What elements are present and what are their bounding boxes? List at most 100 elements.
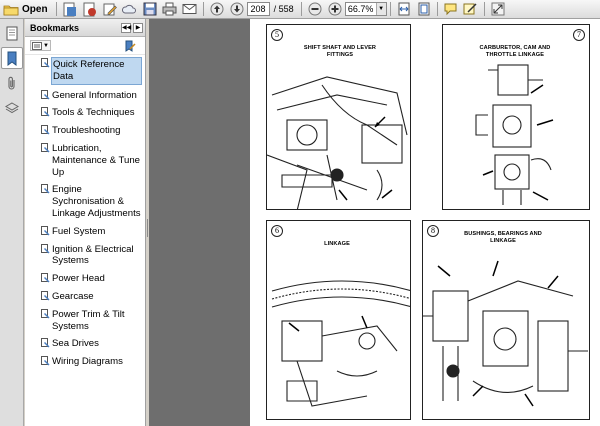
bookmark-item[interactable]: Ignition & Electrical Systems xyxy=(39,243,142,269)
expand-arrows-icon xyxy=(491,2,505,16)
speech-bubble-icon xyxy=(444,3,457,16)
acrobat-icon xyxy=(83,2,97,16)
expand-button[interactable] xyxy=(489,1,507,18)
list-options-icon xyxy=(32,41,42,50)
bookmark-label: Fuel System xyxy=(52,225,106,237)
folder-icon xyxy=(3,5,19,15)
bookmark-item[interactable]: Power Head xyxy=(39,272,142,286)
figure-number: 7 xyxy=(573,29,585,41)
sign-pen-icon xyxy=(463,3,477,15)
bookmark-label: Ignition & Electrical Systems xyxy=(52,243,134,267)
bookmark-page-icon xyxy=(41,290,50,301)
attachments-button[interactable] xyxy=(1,72,23,94)
comment-button[interactable] xyxy=(442,1,460,18)
page-thumbnails-button[interactable] xyxy=(1,22,23,44)
bookmark-item[interactable]: Fuel System xyxy=(39,225,142,239)
save-button[interactable] xyxy=(141,1,159,18)
bookmark-page-icon xyxy=(41,107,50,117)
bookmark-page-icon xyxy=(41,356,50,366)
bookmark-label: Sea Drives xyxy=(52,338,99,350)
figure-number: 5 xyxy=(271,29,283,41)
bookmark-page-icon xyxy=(41,338,50,348)
paperclip-icon xyxy=(8,76,15,90)
figure-caption: BUSHINGS, BEARINGS AND LINKAGE xyxy=(464,231,542,244)
printer-icon xyxy=(162,2,177,16)
bookmark-page-icon xyxy=(41,125,50,135)
page-thumbnails-icon xyxy=(6,26,17,40)
pencil-icon xyxy=(103,3,117,15)
bookmark-label: Tools & Techniques xyxy=(52,107,135,119)
bookmark-item[interactable]: Quick Reference Data xyxy=(39,57,142,85)
page-total: / 558 xyxy=(273,4,294,14)
bookmark-item[interactable]: Lubrication, Maintenance & Tune Up xyxy=(39,142,142,179)
bookmark-item[interactable]: Gearcase xyxy=(39,290,142,304)
cloud-button[interactable] xyxy=(121,1,139,18)
previous-page-button[interactable] xyxy=(208,1,226,18)
figure-6: 6 LINKAGE xyxy=(266,220,411,420)
bookmark-label: General Information xyxy=(52,89,137,101)
bookmark-settings-button[interactable] xyxy=(121,37,139,54)
toolbar-separator xyxy=(202,2,204,16)
bookmarks-tab-button[interactable] xyxy=(1,47,23,69)
navigation-rail xyxy=(0,19,24,426)
options-menu-button[interactable]: ▼ xyxy=(30,40,51,51)
floppy-disk-icon xyxy=(143,2,157,16)
bookmarks-panel: Bookmarks ◀◀ ▶ ▼ Quick Reference Data Gen… xyxy=(25,19,146,426)
bookmark-label: Troubleshooting xyxy=(52,125,121,137)
toolbar-separator xyxy=(483,2,485,16)
bookmark-page-icon xyxy=(41,243,50,254)
email-button[interactable] xyxy=(181,1,199,18)
layers-button[interactable] xyxy=(1,97,23,119)
document-view[interactable]: 5 SHIFT SHAFT AND LEVER FITTINGS 7 CARBU… xyxy=(149,19,600,426)
bookmarks-list: Quick Reference Data General Information T… xyxy=(25,55,145,369)
figure-caption: CARBURETOR, CAM AND THROTTLE LINKAGE xyxy=(479,45,551,58)
edit-button[interactable] xyxy=(101,1,119,18)
bookmark-label: Lubrication, Maintenance & Tune Up xyxy=(52,142,141,178)
zoom-in-button[interactable] xyxy=(326,1,344,18)
fit-page-button[interactable] xyxy=(415,1,433,18)
page-number-input[interactable]: 208 xyxy=(246,2,270,16)
chevron-down-icon: ▼ xyxy=(43,42,49,49)
bookmark-ribbon-icon xyxy=(7,51,17,66)
zoom-select[interactable]: 66.7% ▼ xyxy=(344,2,387,16)
create-pdf-button[interactable] xyxy=(61,1,79,18)
toolbar-separator xyxy=(55,2,57,16)
arrow-down-icon xyxy=(230,2,244,16)
bookmark-label: Quick Reference Data xyxy=(51,57,142,85)
splitter-grip[interactable] xyxy=(147,219,148,237)
print-button[interactable] xyxy=(161,1,179,18)
bookmark-item[interactable]: Tools & Techniques xyxy=(39,106,142,120)
collapse-panel-button[interactable]: ◀◀ xyxy=(121,22,131,33)
figure-caption: LINKAGE xyxy=(324,241,350,247)
bookmark-label: Engine Sychronisation & Linkage Adjustme… xyxy=(52,184,141,219)
sign-button[interactable] xyxy=(462,1,480,18)
next-page-button[interactable] xyxy=(228,1,246,18)
zoom-value: 66.7% xyxy=(347,4,374,14)
fit-width-button[interactable] xyxy=(395,1,413,18)
minus-icon xyxy=(308,2,322,16)
bookmark-item[interactable]: Sea Drives xyxy=(39,337,142,351)
bookmark-label: Wiring Diagrams xyxy=(52,356,123,368)
bookmark-item[interactable]: Power Trim & Tilt Systems xyxy=(39,308,142,334)
pdf-page: 5 SHIFT SHAFT AND LEVER FITTINGS 7 CARBU… xyxy=(250,19,600,426)
toolbar-separator xyxy=(436,2,438,16)
bookmarks-toolbar: ▼ xyxy=(25,37,145,55)
figure-number: 8 xyxy=(427,225,439,237)
bookmark-page-icon xyxy=(41,58,50,68)
panel-close-button[interactable]: ▶ xyxy=(133,22,143,33)
zoom-out-button[interactable] xyxy=(306,1,324,18)
bookmark-page-icon xyxy=(41,89,50,100)
chevron-down-icon: ▼ xyxy=(375,3,386,15)
envelope-icon xyxy=(182,4,197,14)
bookmark-item[interactable]: General Information xyxy=(39,89,142,103)
bookmark-item[interactable]: Engine Sychronisation & Linkage Adjustme… xyxy=(39,183,142,220)
bookmark-page-icon xyxy=(41,225,50,236)
open-button[interactable]: Open xyxy=(1,1,52,18)
figure-caption: SHIFT SHAFT AND LEVER FITTINGS xyxy=(303,45,377,58)
figure-7: 7 CARBURETOR, CAM AND THROTTLE LINKAGE xyxy=(442,24,590,210)
acrobat-button[interactable] xyxy=(81,1,99,18)
bookmark-item[interactable]: Wiring Diagrams xyxy=(39,355,142,369)
figure-5: 5 SHIFT SHAFT AND LEVER FITTINGS xyxy=(266,24,411,210)
bookmark-item[interactable]: Troubleshooting xyxy=(39,124,142,138)
bookmark-label: Gearcase xyxy=(52,290,94,302)
